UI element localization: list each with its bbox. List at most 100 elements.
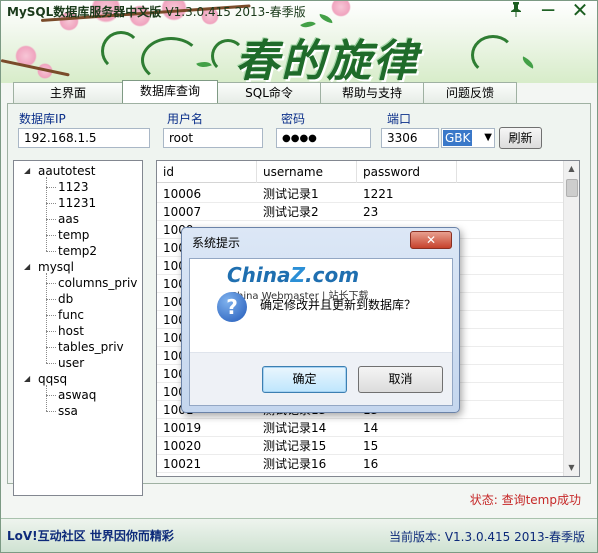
tree-expand-icon[interactable]: ◢ <box>24 262 30 271</box>
watermark-logo-domain: .com <box>305 263 360 287</box>
tree-expand-icon[interactable]: ◢ <box>24 374 30 383</box>
table-cell: 10006 <box>163 187 202 201</box>
current-version: 当前版本: V1.3.0.415 2013-春季版 <box>388 530 585 544</box>
dialog-message: 确定修改并且更新到数据库？ <box>260 298 417 312</box>
close-button[interactable]: ✕ <box>567 1 593 21</box>
cancel-button[interactable]: 取消 <box>358 366 443 393</box>
table-cell: 10021 <box>163 457 202 471</box>
footer-bar: LoV!互动社区 世界因你而精彩 当前版本: V1.3.0.415 2013-春… <box>1 518 597 552</box>
swirl-decoration <box>141 37 201 83</box>
leaf-decoration <box>318 13 334 24</box>
tree-expand-icon[interactable]: ◢ <box>24 166 30 175</box>
column-header-username[interactable]: username <box>257 161 357 183</box>
table-row[interactable]: 10006 测试记录1 1221 <box>157 185 565 203</box>
tree-table-node[interactable]: db <box>58 291 73 307</box>
tree-table-node[interactable]: aswaq <box>58 387 96 403</box>
table-cell: 1221 <box>363 187 394 201</box>
tree-connector <box>46 385 47 411</box>
table-cell: 测试记录1 <box>263 187 319 201</box>
window-controls: ─ ✕ <box>503 1 593 21</box>
scroll-down-icon[interactable]: ▼ <box>564 460 579 476</box>
user-input[interactable]: root <box>163 128 263 148</box>
app-version-title: V1.3.0.415 2013-春季版 <box>165 5 306 19</box>
blossom-decoration <box>331 1 351 17</box>
tree-connector <box>46 331 56 332</box>
leaf-decoration <box>520 56 536 69</box>
tree-table-node[interactable]: host <box>58 323 84 339</box>
watermark-logo-text: China <box>227 263 291 287</box>
tree-connector <box>46 363 56 364</box>
tab-feedback[interactable]: 问题反馈 <box>423 82 517 103</box>
refresh-button[interactable]: 刷新 <box>499 127 542 149</box>
tree-table-node[interactable]: temp <box>58 227 89 243</box>
tab-help[interactable]: 帮助与支持 <box>320 82 424 103</box>
charset-value: GBK <box>443 130 473 146</box>
tab-db-query[interactable]: 数据库查询 <box>122 80 218 103</box>
swirl-decoration <box>471 35 515 75</box>
grid-header: id username password <box>157 161 565 183</box>
dialog-title: 系统提示 <box>192 236 241 250</box>
tree-database-node[interactable]: mysql <box>38 259 74 275</box>
community-link[interactable]: LoV!互动社区 世界因你而精彩 <box>7 527 174 544</box>
tree-database-node[interactable]: qqsq <box>38 371 67 387</box>
tree-connector <box>46 283 56 284</box>
tab-main[interactable]: 主界面 <box>13 82 123 103</box>
grid-scrollbar[interactable]: ▲ ▼ <box>563 161 579 476</box>
dialog-button-bar: 确定 取消 <box>190 352 452 405</box>
user-label: 用户名 <box>167 112 204 126</box>
pin-icon[interactable] <box>503 1 529 21</box>
table-cell: 10020 <box>163 439 202 453</box>
tree-connector <box>46 299 56 300</box>
database-tree[interactable]: ◢ aautotest 1123 11231 aas temp temp2 ◢ mysql col… <box>13 160 143 496</box>
watermark-logo: ChinaZ.com <box>227 263 359 287</box>
tree-connector <box>46 315 56 316</box>
table-cell: 14 <box>363 421 379 435</box>
tree-table-node[interactable]: 11231 <box>58 195 96 211</box>
table-cell: 测试记录15 <box>263 439 327 453</box>
dialog-body: ChinaZ.com China Webmaster | 站长下载 ? 确定修改… <box>189 258 453 406</box>
tree-table-node[interactable]: user <box>58 355 84 371</box>
swirl-decoration <box>101 31 141 71</box>
table-row[interactable]: 10020 测试记录15 15 <box>157 437 565 455</box>
ip-label: 数据库IP <box>19 112 66 126</box>
tree-table-node[interactable]: ssa <box>58 403 78 419</box>
column-header-password[interactable]: password <box>357 161 457 183</box>
charset-select[interactable]: GBK ▼ <box>441 128 495 148</box>
table-cell: 16 <box>363 457 379 471</box>
tree-table-node[interactable]: 1123 <box>58 179 89 195</box>
table-row[interactable]: 10021 测试记录16 16 <box>157 455 565 473</box>
status-message: 状态: 查询temp成功 <box>469 493 581 507</box>
app-name: MySQL数据库服务器中文版 <box>7 5 162 19</box>
ip-input[interactable]: 192.168.1.5 <box>18 128 150 148</box>
ok-button[interactable]: 确定 <box>262 366 347 393</box>
tree-connector <box>46 177 47 251</box>
port-input[interactable]: 3306 <box>381 128 439 148</box>
table-row[interactable]: 10019 测试记录14 14 <box>157 419 565 437</box>
tree-connector <box>46 251 56 252</box>
table-cell: 测试记录14 <box>263 421 327 435</box>
confirm-dialog: 系统提示 ✕ ChinaZ.com China Webmaster | 站长下载… <box>181 227 460 413</box>
tree-connector <box>46 219 56 220</box>
tree-table-node[interactable]: tables_priv <box>58 339 124 355</box>
question-icon: ? <box>217 292 247 322</box>
table-row[interactable]: 10007 测试记录2 23 <box>157 203 565 221</box>
column-header-id[interactable]: id <box>157 161 257 183</box>
scroll-up-icon[interactable]: ▲ <box>564 161 579 177</box>
tree-connector <box>46 395 56 396</box>
tree-table-node[interactable]: columns_priv <box>58 275 137 291</box>
port-label: 端口 <box>387 112 412 126</box>
banner: 春的旋律 MySQL数据库服务器中文版 V1.3.0.415 2013-春季版 … <box>1 1 597 83</box>
minimize-button[interactable]: ─ <box>535 1 561 21</box>
tree-connector <box>46 203 56 204</box>
tree-table-node[interactable]: aas <box>58 211 79 227</box>
password-input[interactable]: ●●●● <box>276 128 371 148</box>
tree-connector <box>46 347 56 348</box>
table-cell: 测试记录2 <box>263 205 319 219</box>
table-cell: 10019 <box>163 421 202 435</box>
tab-sql-command[interactable]: SQL命令 <box>217 82 321 103</box>
scroll-thumb[interactable] <box>566 179 578 197</box>
tree-table-node[interactable]: temp2 <box>58 243 97 259</box>
tree-table-node[interactable]: func <box>58 307 84 323</box>
tree-connector <box>46 411 56 412</box>
dialog-close-button[interactable]: ✕ <box>410 231 452 249</box>
